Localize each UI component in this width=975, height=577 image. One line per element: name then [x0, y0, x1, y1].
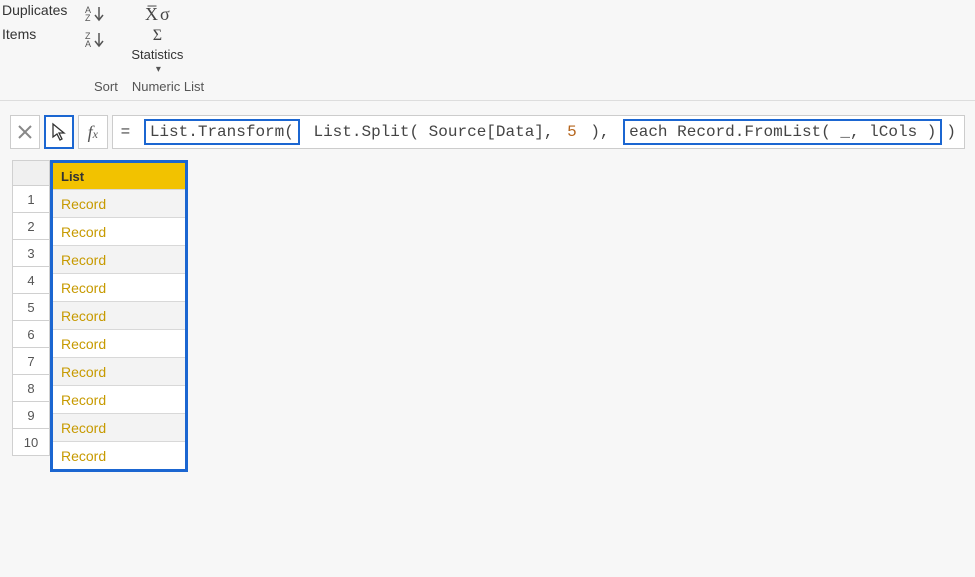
sort-descending-button[interactable]: Z A	[85, 30, 107, 48]
section-label-numeric-list: Numeric List	[132, 79, 204, 94]
formula-close: )	[946, 123, 956, 141]
row-number-column: 1 2 3 4 5 6 7 8 9 10	[12, 161, 50, 472]
ribbon-divider	[0, 100, 975, 101]
row-number[interactable]: 4	[12, 266, 50, 294]
chevron-down-icon: ▾	[156, 64, 161, 75]
row-number[interactable]: 2	[12, 212, 50, 240]
row-number[interactable]: 6	[12, 320, 50, 348]
row-number[interactable]: 5	[12, 293, 50, 321]
formula-middle2: ),	[581, 123, 619, 141]
ribbon-label-duplicates: Duplicates	[2, 2, 67, 18]
svg-text:A: A	[85, 39, 91, 48]
sort-ascending-button[interactable]: A Z	[85, 4, 107, 22]
section-label-sort: Sort	[94, 79, 118, 94]
formula-bar: fx = List.Transform( List.Split( Source[…	[0, 111, 975, 153]
list-column: List Record Record Record Record Record …	[50, 160, 188, 472]
list-item[interactable]: Record	[53, 245, 185, 273]
column-header-list[interactable]: List	[53, 163, 185, 189]
sort-asc-icon: A Z	[85, 4, 107, 22]
data-grid: 1 2 3 4 5 6 7 8 9 10 List Record Record …	[12, 161, 975, 472]
statistics-icon: X̅σ	[145, 4, 170, 25]
formula-input[interactable]: = List.Transform( List.Split( Source[Dat…	[112, 115, 965, 149]
ribbon-group-sort: A Z Z A	[73, 4, 119, 48]
fx-icon: fx	[88, 122, 98, 143]
sigma-icon: Σ	[153, 27, 162, 45]
ribbon-group-statistics: X̅σ Σ Statistics ▾	[119, 4, 195, 75]
close-icon	[17, 124, 33, 140]
cancel-formula-button[interactable]	[10, 115, 40, 149]
formula-middle: List.Split( Source[Data],	[304, 123, 563, 141]
fx-button[interactable]: fx	[78, 115, 108, 149]
svg-text:Z: Z	[85, 13, 91, 22]
formula-equals: =	[121, 123, 140, 141]
row-number[interactable]: 3	[12, 239, 50, 267]
row-number[interactable]: 7	[12, 347, 50, 375]
formula-number: 5	[567, 123, 577, 141]
list-item[interactable]: Record	[53, 357, 185, 385]
list-item[interactable]: Record	[53, 217, 185, 245]
formula-highlight-each: each Record.FromList( _, lCols )	[623, 119, 942, 145]
formula-highlight-transform: List.Transform(	[144, 119, 300, 145]
cursor-icon	[50, 122, 68, 142]
row-number[interactable]: 8	[12, 374, 50, 402]
row-number[interactable]: 10	[12, 428, 50, 456]
row-number-header	[12, 160, 50, 186]
sort-desc-icon: Z A	[85, 30, 107, 48]
row-number[interactable]: 9	[12, 401, 50, 429]
list-item[interactable]: Record	[53, 189, 185, 217]
ribbon-partial-labels: Duplicates Items	[0, 2, 73, 42]
list-item[interactable]: Record	[53, 329, 185, 357]
statistics-button[interactable]: X̅σ Σ Statistics ▾	[131, 4, 183, 75]
list-item[interactable]: Record	[53, 441, 185, 469]
confirm-formula-button[interactable]	[44, 115, 74, 149]
list-item[interactable]: Record	[53, 385, 185, 413]
ribbon-label-items: Items	[2, 26, 67, 42]
row-number[interactable]: 1	[12, 185, 50, 213]
ribbon-toolbar: Duplicates Items A Z Z A	[0, 0, 975, 75]
list-item[interactable]: Record	[53, 301, 185, 329]
list-item[interactable]: Record	[53, 413, 185, 441]
statistics-label: Statistics	[131, 47, 183, 62]
ribbon-section-labels: Sort Numeric List	[0, 79, 975, 94]
list-item[interactable]: Record	[53, 273, 185, 301]
